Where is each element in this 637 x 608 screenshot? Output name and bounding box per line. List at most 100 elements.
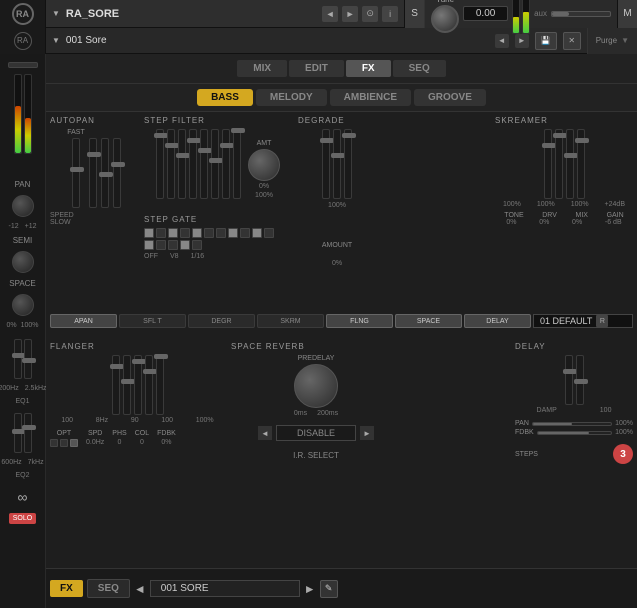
bot-seq-btn[interactable]: SEQ — [87, 579, 130, 598]
fx-tog-degr[interactable]: DEGR — [188, 314, 255, 328]
h2-next-btn[interactable]: ► — [515, 34, 529, 48]
sf-fader3[interactable] — [178, 129, 186, 199]
step-dot-5[interactable] — [192, 228, 202, 238]
fx-tog-space[interactable]: SPACE — [395, 314, 462, 328]
triangle-icon[interactable]: ▼ — [52, 9, 60, 18]
step-dot-14[interactable] — [168, 240, 178, 250]
sk-fader2[interactable] — [555, 129, 563, 199]
fx-tog-skrm[interactable]: SKRM — [257, 314, 324, 328]
eq1-fader2[interactable] — [24, 339, 32, 379]
step-dot-9[interactable] — [240, 228, 250, 238]
sf-fader6[interactable] — [211, 129, 219, 199]
camera-btn[interactable]: ⊙ — [362, 6, 378, 22]
spacereverb-next-btn[interactable]: ► — [360, 426, 374, 440]
stepfilter-amt-knob[interactable] — [248, 149, 280, 181]
bot-fx-btn[interactable]: FX — [50, 580, 83, 597]
step-dot-6[interactable] — [204, 228, 214, 238]
bot-prev-btn[interactable]: ◄ — [134, 582, 146, 596]
step-dot-10[interactable] — [252, 228, 262, 238]
step-dot-15[interactable] — [180, 240, 190, 250]
fl-fader5[interactable] — [156, 355, 164, 415]
s-button[interactable]: S — [404, 0, 424, 28]
predelay-knob[interactable] — [294, 364, 338, 408]
ir-select-label: I.R. SELECT — [293, 451, 339, 460]
tab-fx[interactable]: FX — [346, 60, 391, 77]
step-dot-13[interactable] — [156, 240, 166, 250]
cat-melody[interactable]: MELODY — [256, 89, 327, 106]
bot-edit-btn[interactable]: ✎ — [320, 580, 338, 598]
eq2-fader1[interactable] — [14, 413, 22, 453]
autopan-fader1[interactable] — [72, 138, 80, 208]
step-dot-12[interactable] — [144, 240, 154, 250]
step-dot-11[interactable] — [264, 228, 274, 238]
h2-triangle[interactable]: ▼ — [52, 36, 60, 45]
bot-next-btn[interactable]: ► — [304, 582, 316, 596]
tab-mix[interactable]: MIX — [237, 60, 287, 77]
semi-knob[interactable] — [12, 251, 34, 273]
eq1-label: EQ1 — [15, 398, 29, 405]
purge-dropdown-icon[interactable]: ▼ — [621, 36, 629, 45]
sec-degrade: DEGRADE 100% AMOUNT 0% — [298, 116, 376, 270]
fl-opt-btn3[interactable] — [70, 439, 78, 447]
space-knob[interactable] — [12, 294, 34, 316]
step-dot-1[interactable] — [144, 228, 154, 238]
step-dot-7[interactable] — [216, 228, 226, 238]
tab-seq[interactable]: SEQ — [393, 60, 446, 77]
fl-fader2[interactable] — [123, 355, 131, 415]
autopan-fader3[interactable] — [101, 138, 109, 208]
sk-fader4[interactable] — [577, 129, 585, 199]
sf-fader4[interactable] — [189, 129, 197, 199]
flanger-title: FLANGER — [50, 342, 225, 351]
autopan-fader2[interactable] — [89, 138, 97, 208]
next-btn[interactable]: ► — [342, 6, 358, 22]
fl-fader4[interactable] — [145, 355, 153, 415]
eq1-fader1[interactable] — [14, 339, 22, 379]
step-dot-3[interactable] — [168, 228, 178, 238]
prev-btn[interactable]: ◄ — [322, 6, 338, 22]
header-row2: RA ▼ 001 Sore ◄ ► 💾 ✕ Purge ▼ — [0, 28, 637, 54]
h2-save-btn[interactable]: 💾 — [535, 32, 557, 50]
eq2-fader2[interactable] — [24, 413, 32, 453]
deg-fader2[interactable] — [333, 129, 341, 199]
pan-label: PAN — [15, 180, 31, 189]
fl-opt-btn1[interactable] — [50, 439, 58, 447]
tab-edit[interactable]: EDIT — [289, 60, 344, 77]
solo-btn[interactable]: SOLO — [9, 513, 36, 524]
fl-fader1[interactable] — [112, 355, 120, 415]
sk-fader3[interactable] — [566, 129, 574, 199]
sf-fader1[interactable] — [156, 129, 164, 199]
step-dot-16[interactable] — [192, 240, 202, 250]
h2-prev-btn[interactable]: ◄ — [495, 34, 509, 48]
fx-tog-apan[interactable]: APAN — [50, 314, 117, 328]
sk-fader1[interactable] — [544, 129, 552, 199]
deg-fader1[interactable] — [322, 129, 330, 199]
sf-fader7[interactable] — [222, 129, 230, 199]
autopan-title: AUTOPAN — [50, 116, 138, 125]
m-button[interactable]: M — [617, 0, 637, 28]
sf-fader5[interactable] — [200, 129, 208, 199]
spacereverb-prev-btn[interactable]: ◄ — [258, 426, 272, 440]
del-fader1[interactable] — [565, 355, 573, 405]
fx-tog-flng[interactable]: FLNG — [326, 314, 393, 328]
pan-knob[interactable] — [12, 195, 34, 217]
step-dot-4[interactable] — [180, 228, 190, 238]
fx-tog-sflt[interactable]: SFL T — [119, 314, 186, 328]
cat-groove[interactable]: GROOVE — [414, 89, 486, 106]
fl-fader3[interactable] — [134, 355, 142, 415]
cat-ambience[interactable]: AMBIENCE — [330, 89, 411, 106]
del-fader2[interactable] — [576, 355, 584, 405]
tune-knob[interactable] — [431, 5, 459, 33]
step-dot-2[interactable] — [156, 228, 166, 238]
cat-bass[interactable]: BASS — [197, 89, 253, 106]
info-btn[interactable]: i — [382, 6, 398, 22]
fl-100pct: 100% — [196, 417, 214, 424]
preset-r-btn[interactable]: R — [596, 315, 608, 327]
fx-tog-delay[interactable]: DELAY — [464, 314, 531, 328]
h2-del-btn[interactable]: ✕ — [563, 32, 581, 50]
sf-fader2[interactable] — [167, 129, 175, 199]
fl-opt-btn2[interactable] — [60, 439, 68, 447]
sf-fader8[interactable] — [233, 129, 241, 199]
autopan-fader4[interactable] — [113, 138, 121, 208]
deg-fader3[interactable] — [344, 129, 352, 199]
step-dot-8[interactable] — [228, 228, 238, 238]
